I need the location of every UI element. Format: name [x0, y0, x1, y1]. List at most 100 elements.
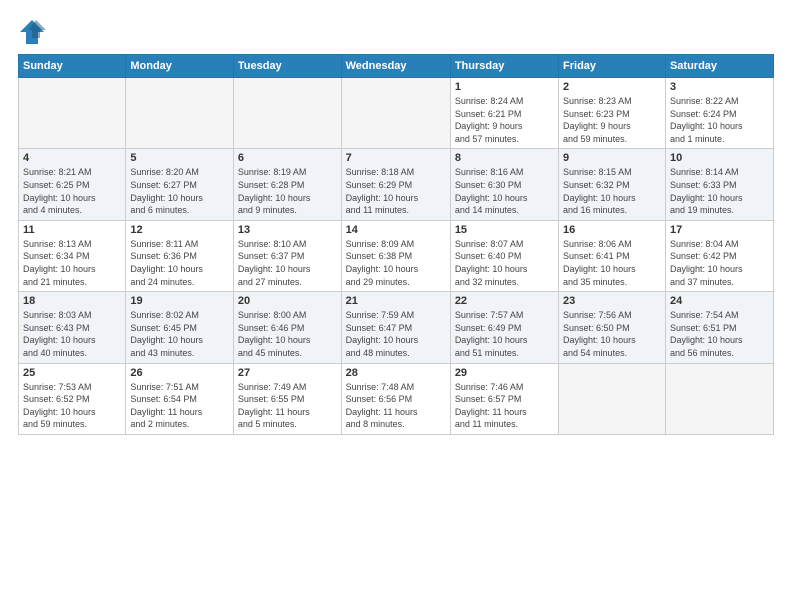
calendar-day: 22 Sunrise: 7:57 AM Sunset: 6:49 PM Dayli…	[450, 292, 558, 363]
calendar-day: 19 Sunrise: 8:02 AM Sunset: 6:45 PM Dayli…	[126, 292, 234, 363]
calendar-day: 11Sunrise: 8:13 AM Sunset: 6:34 PM Dayli…	[19, 220, 126, 291]
day-number: 3	[670, 81, 769, 93]
day-info: Sunrise: 8:21 AM Sunset: 6:25 PM Dayligh…	[23, 166, 121, 216]
day-number: 29	[455, 367, 554, 379]
calendar-day: 17 Sunrise: 8:04 AM Sunset: 6:42 PM Dayli…	[665, 220, 773, 291]
day-info: Sunrise: 8:19 AM Sunset: 6:28 PM Dayligh…	[238, 166, 337, 216]
calendar-day: 16 Sunrise: 8:06 AM Sunset: 6:41 PM Dayli…	[559, 220, 666, 291]
day-number: 18	[23, 295, 121, 307]
day-number: 27	[238, 367, 337, 379]
day-number: 15	[455, 224, 554, 236]
header	[18, 18, 774, 46]
calendar-day	[665, 363, 773, 434]
calendar-week-5: 25 Sunrise: 7:53 AM Sunset: 6:52 PM Dayli…	[19, 363, 774, 434]
calendar-day	[126, 78, 234, 149]
day-number: 5	[130, 152, 229, 164]
day-info: Sunrise: 7:56 AM Sunset: 6:50 PM Dayligh…	[563, 309, 661, 359]
day-info: Sunrise: 8:07 AM Sunset: 6:40 PM Dayligh…	[455, 238, 554, 288]
calendar-day: 23 Sunrise: 7:56 AM Sunset: 6:50 PM Dayli…	[559, 292, 666, 363]
calendar-day: 15 Sunrise: 8:07 AM Sunset: 6:40 PM Dayli…	[450, 220, 558, 291]
calendar-header-row: SundayMondayTuesdayWednesdayThursdayFrid…	[19, 55, 774, 78]
calendar-day	[559, 363, 666, 434]
calendar-day: 10Sunrise: 8:14 AM Sunset: 6:33 PM Dayli…	[665, 149, 773, 220]
day-info: Sunrise: 7:59 AM Sunset: 6:47 PM Dayligh…	[346, 309, 446, 359]
calendar-header-thursday: Thursday	[450, 55, 558, 78]
day-info: Sunrise: 7:46 AM Sunset: 6:57 PM Dayligh…	[455, 381, 554, 431]
day-number: 16	[563, 224, 661, 236]
day-info: Sunrise: 8:20 AM Sunset: 6:27 PM Dayligh…	[130, 166, 229, 216]
calendar-day: 14 Sunrise: 8:09 AM Sunset: 6:38 PM Dayli…	[341, 220, 450, 291]
day-number: 22	[455, 295, 554, 307]
day-number: 2	[563, 81, 661, 93]
day-info: Sunrise: 7:57 AM Sunset: 6:49 PM Dayligh…	[455, 309, 554, 359]
calendar-day: 7Sunrise: 8:18 AM Sunset: 6:29 PM Daylig…	[341, 149, 450, 220]
day-number: 23	[563, 295, 661, 307]
calendar-day: 1Sunrise: 8:24 AM Sunset: 6:21 PM Daylig…	[450, 78, 558, 149]
calendar-header-friday: Friday	[559, 55, 666, 78]
day-number: 12	[130, 224, 229, 236]
calendar-day: 18 Sunrise: 8:03 AM Sunset: 6:43 PM Dayli…	[19, 292, 126, 363]
day-info: Sunrise: 8:06 AM Sunset: 6:41 PM Dayligh…	[563, 238, 661, 288]
day-number: 10	[670, 152, 769, 164]
calendar-header-saturday: Saturday	[665, 55, 773, 78]
day-info: Sunrise: 7:48 AM Sunset: 6:56 PM Dayligh…	[346, 381, 446, 431]
day-info: Sunrise: 8:03 AM Sunset: 6:43 PM Dayligh…	[23, 309, 121, 359]
day-number: 24	[670, 295, 769, 307]
calendar-day: 4 Sunrise: 8:21 AM Sunset: 6:25 PM Daylig…	[19, 149, 126, 220]
calendar-day	[19, 78, 126, 149]
day-info: Sunrise: 7:51 AM Sunset: 6:54 PM Dayligh…	[130, 381, 229, 431]
calendar-day	[341, 78, 450, 149]
page: SundayMondayTuesdayWednesdayThursdayFrid…	[0, 0, 792, 612]
day-number: 6	[238, 152, 337, 164]
day-info: Sunrise: 8:13 AM Sunset: 6:34 PM Dayligh…	[23, 238, 121, 288]
day-number: 4	[23, 152, 121, 164]
calendar-day: 24 Sunrise: 7:54 AM Sunset: 6:51 PM Dayli…	[665, 292, 773, 363]
day-number: 28	[346, 367, 446, 379]
day-number: 25	[23, 367, 121, 379]
day-number: 20	[238, 295, 337, 307]
calendar-day: 2 Sunrise: 8:23 AM Sunset: 6:23 PM Daylig…	[559, 78, 666, 149]
day-info: Sunrise: 8:23 AM Sunset: 6:23 PM Dayligh…	[563, 95, 661, 145]
calendar-header-wednesday: Wednesday	[341, 55, 450, 78]
calendar-day: 12 Sunrise: 8:11 AM Sunset: 6:36 PM Dayli…	[126, 220, 234, 291]
calendar-table: SundayMondayTuesdayWednesdayThursdayFrid…	[18, 54, 774, 435]
calendar-week-4: 18 Sunrise: 8:03 AM Sunset: 6:43 PM Dayli…	[19, 292, 774, 363]
day-info: Sunrise: 8:04 AM Sunset: 6:42 PM Dayligh…	[670, 238, 769, 288]
calendar-day: 13 Sunrise: 8:10 AM Sunset: 6:37 PM Dayli…	[233, 220, 341, 291]
calendar-header-tuesday: Tuesday	[233, 55, 341, 78]
calendar-week-1: 1Sunrise: 8:24 AM Sunset: 6:21 PM Daylig…	[19, 78, 774, 149]
logo-icon	[18, 18, 46, 46]
day-info: Sunrise: 8:00 AM Sunset: 6:46 PM Dayligh…	[238, 309, 337, 359]
calendar-day: 8Sunrise: 8:16 AM Sunset: 6:30 PM Daylig…	[450, 149, 558, 220]
logo	[18, 18, 50, 46]
day-number: 17	[670, 224, 769, 236]
day-info: Sunrise: 8:16 AM Sunset: 6:30 PM Dayligh…	[455, 166, 554, 216]
day-number: 19	[130, 295, 229, 307]
calendar-day: 5 Sunrise: 8:20 AM Sunset: 6:27 PM Daylig…	[126, 149, 234, 220]
day-info: Sunrise: 8:09 AM Sunset: 6:38 PM Dayligh…	[346, 238, 446, 288]
calendar-day: 21 Sunrise: 7:59 AM Sunset: 6:47 PM Dayli…	[341, 292, 450, 363]
day-number: 9	[563, 152, 661, 164]
day-info: Sunrise: 8:11 AM Sunset: 6:36 PM Dayligh…	[130, 238, 229, 288]
day-info: Sunrise: 7:53 AM Sunset: 6:52 PM Dayligh…	[23, 381, 121, 431]
calendar-day: 26 Sunrise: 7:51 AM Sunset: 6:54 PM Dayli…	[126, 363, 234, 434]
calendar-week-2: 4 Sunrise: 8:21 AM Sunset: 6:25 PM Daylig…	[19, 149, 774, 220]
calendar-day: 20 Sunrise: 8:00 AM Sunset: 6:46 PM Dayli…	[233, 292, 341, 363]
calendar-day: 27 Sunrise: 7:49 AM Sunset: 6:55 PM Dayli…	[233, 363, 341, 434]
calendar-day: 29 Sunrise: 7:46 AM Sunset: 6:57 PM Dayli…	[450, 363, 558, 434]
day-number: 21	[346, 295, 446, 307]
calendar-day: 28 Sunrise: 7:48 AM Sunset: 6:56 PM Dayli…	[341, 363, 450, 434]
calendar-day: 6 Sunrise: 8:19 AM Sunset: 6:28 PM Daylig…	[233, 149, 341, 220]
day-info: Sunrise: 7:54 AM Sunset: 6:51 PM Dayligh…	[670, 309, 769, 359]
day-info: Sunrise: 7:49 AM Sunset: 6:55 PM Dayligh…	[238, 381, 337, 431]
day-number: 13	[238, 224, 337, 236]
day-info: Sunrise: 8:10 AM Sunset: 6:37 PM Dayligh…	[238, 238, 337, 288]
day-info: Sunrise: 8:02 AM Sunset: 6:45 PM Dayligh…	[130, 309, 229, 359]
day-number: 14	[346, 224, 446, 236]
day-info: Sunrise: 8:18 AM Sunset: 6:29 PM Dayligh…	[346, 166, 446, 216]
day-number: 26	[130, 367, 229, 379]
day-info: Sunrise: 8:24 AM Sunset: 6:21 PM Dayligh…	[455, 95, 554, 145]
day-info: Sunrise: 8:15 AM Sunset: 6:32 PM Dayligh…	[563, 166, 661, 216]
day-info: Sunrise: 8:22 AM Sunset: 6:24 PM Dayligh…	[670, 95, 769, 145]
calendar-header-monday: Monday	[126, 55, 234, 78]
